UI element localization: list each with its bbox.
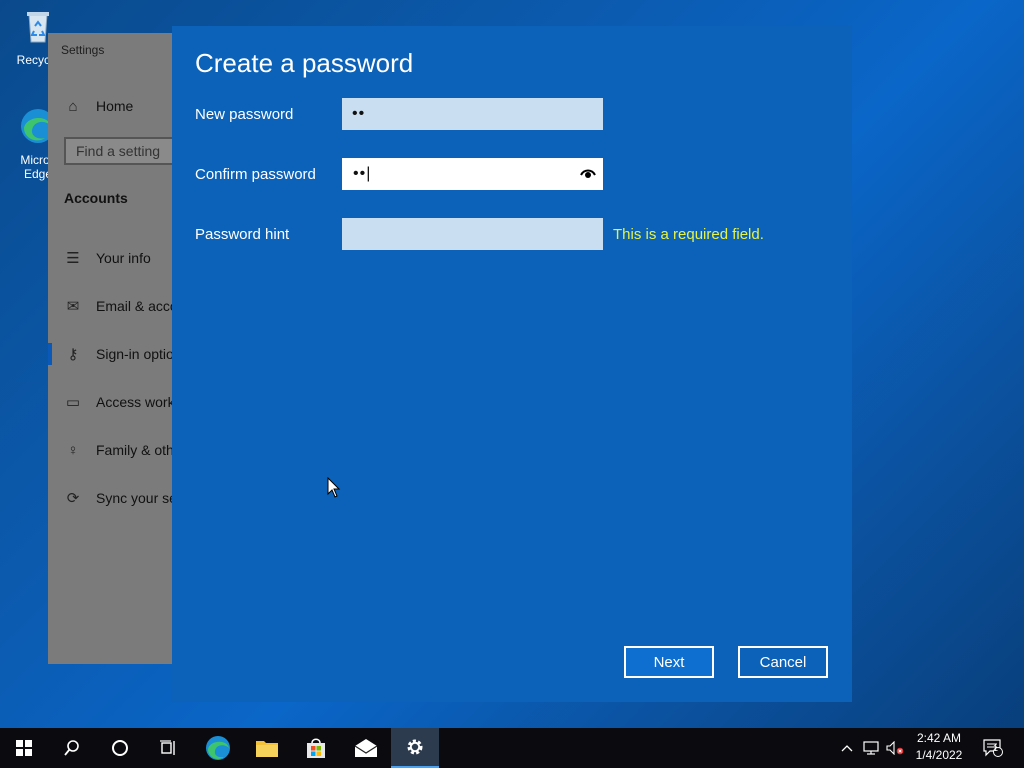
nav-sync[interactable]: ⟳ Sync your se — [48, 483, 188, 513]
settings-taskbar-button[interactable] — [391, 728, 439, 768]
home-icon: ⌂ — [68, 97, 78, 115]
nav-family[interactable]: ♀ Family & oth — [48, 435, 188, 465]
store-bag-icon — [307, 738, 325, 758]
confirm-password-field[interactable]: ••| — [342, 158, 603, 190]
new-password-value: •• — [352, 105, 366, 122]
taskbar: 2:42 AM 1/4/2022 1 — [0, 728, 1024, 768]
nav-home[interactable]: ⌂ Home — [48, 91, 188, 121]
folder-icon — [256, 741, 278, 757]
nav-home-label: Home — [96, 98, 134, 114]
clock-time: 2:42 AM — [916, 731, 962, 745]
search-icon — [64, 740, 79, 756]
new-password-field[interactable]: •• — [342, 98, 603, 130]
cortana-button[interactable] — [96, 728, 144, 768]
nav-label: Your info — [96, 250, 151, 266]
nav-sign-in-options[interactable]: ⚷ Sign-in optio — [48, 339, 188, 369]
network-icon — [863, 741, 879, 755]
start-button[interactable] — [0, 728, 48, 768]
volume-button[interactable] — [884, 728, 906, 768]
find-setting-input[interactable]: Find a setting — [64, 137, 188, 165]
dialog-title: Create a password — [195, 48, 414, 78]
nav-label: Access work — [96, 394, 175, 410]
mail-button[interactable] — [342, 728, 390, 768]
nav-your-info[interactable]: ☰ Your info — [48, 243, 188, 273]
mail-icon: ✉ — [66, 298, 80, 315]
edge-taskbar-button[interactable] — [194, 728, 242, 768]
sync-icon: ⟳ — [66, 490, 80, 507]
nav-label: Email & acco — [96, 298, 178, 314]
mouse-pointer-icon — [327, 477, 341, 498]
store-button[interactable] — [292, 728, 340, 768]
reveal-password-icon[interactable] — [580, 166, 596, 182]
volume-muted-icon — [886, 741, 904, 755]
clock-date: 1/4/2022 — [915, 748, 963, 762]
new-password-label: New password — [195, 106, 294, 123]
windows-logo-icon — [16, 740, 32, 756]
search-button[interactable] — [48, 728, 96, 768]
create-password-dialog: Create a password New password •• Confir… — [172, 26, 852, 702]
confirm-password-label: Confirm password — [195, 166, 316, 183]
nav-label: Family & oth — [96, 442, 174, 458]
cancel-button[interactable]: Cancel — [738, 646, 828, 678]
file-explorer-button[interactable] — [243, 728, 291, 768]
nav-email-accounts[interactable]: ✉ Email & acco — [48, 291, 188, 321]
cortana-circle-icon — [112, 740, 128, 756]
nav-label: Sign-in optio — [96, 346, 174, 362]
key-icon: ⚷ — [67, 346, 79, 363]
nav-label: Sync your se — [96, 490, 177, 506]
next-button[interactable]: Next — [624, 646, 714, 678]
show-hidden-icons-button[interactable] — [838, 728, 856, 768]
task-view-button[interactable] — [144, 728, 192, 768]
settings-title: Settings — [61, 43, 105, 57]
network-button[interactable] — [860, 728, 882, 768]
edge-icon — [206, 736, 230, 760]
action-center-button[interactable]: 1 — [980, 728, 1006, 768]
gear-icon — [407, 739, 423, 755]
required-field-error: This is a required field. — [613, 226, 764, 243]
family-icon: ♀ — [67, 441, 79, 459]
briefcase-icon: ▭ — [65, 394, 81, 411]
find-setting-placeholder: Find a setting — [76, 143, 161, 159]
password-hint-field[interactable] — [342, 218, 603, 250]
contact-card-icon: ☰ — [66, 250, 80, 267]
chevron-up-icon — [841, 745, 853, 752]
nav-access-work[interactable]: ▭ Access work — [48, 387, 188, 417]
mail-icon — [354, 739, 378, 757]
password-hint-label: Password hint — [195, 226, 290, 243]
clock[interactable]: 2:42 AM 1/4/2022 — [908, 730, 970, 766]
confirm-password-value: ••| — [353, 165, 372, 182]
section-heading: Accounts — [64, 190, 128, 206]
settings-window: Settings ⌂ Home Find a setting Accounts … — [48, 33, 188, 664]
notification-count: 1 — [993, 743, 999, 753]
task-view-icon — [160, 740, 175, 755]
